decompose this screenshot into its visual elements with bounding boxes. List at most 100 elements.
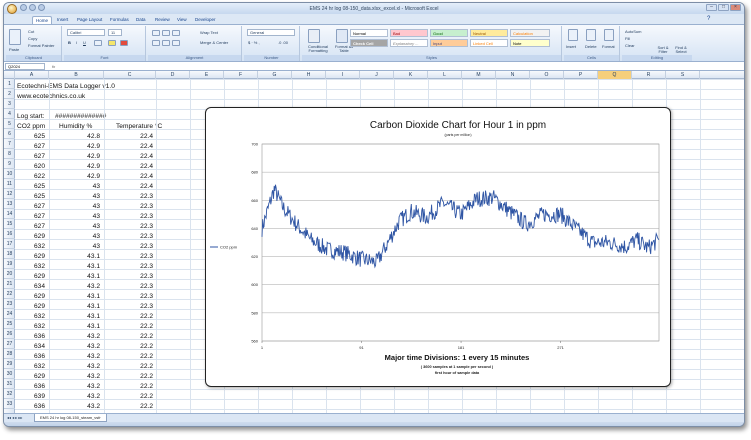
column-header-d[interactable]: D bbox=[156, 71, 190, 79]
data-cell[interactable]: 22.2 bbox=[113, 332, 153, 342]
row-header[interactable]: 1 bbox=[4, 79, 15, 89]
insert-button[interactable]: Insert bbox=[566, 44, 576, 49]
font-name-select[interactable]: Calibri bbox=[67, 29, 105, 36]
header-humidity[interactable]: Humidity % bbox=[59, 122, 92, 132]
row-header[interactable]: 23 bbox=[4, 299, 15, 309]
bold-icon[interactable]: B bbox=[68, 40, 71, 45]
name-box[interactable]: Q2024 bbox=[5, 63, 45, 70]
data-cell[interactable]: 22.2 bbox=[113, 322, 153, 332]
copy-button[interactable]: Copy bbox=[28, 36, 37, 41]
data-cell[interactable]: 22.2 bbox=[113, 382, 153, 392]
row-header[interactable]: 25 bbox=[4, 319, 15, 329]
data-cell[interactable]: 22.3 bbox=[113, 272, 153, 282]
data-cell[interactable]: 627 bbox=[15, 212, 45, 222]
data-cell[interactable]: 43.1 bbox=[60, 262, 100, 272]
data-cell[interactable]: 22.4 bbox=[113, 162, 153, 172]
data-cell[interactable]: 629 bbox=[15, 272, 45, 282]
row-header[interactable]: 12 bbox=[4, 189, 15, 199]
tab-data[interactable]: Data bbox=[133, 16, 149, 24]
row-header[interactable]: 3 bbox=[4, 99, 15, 109]
data-cell[interactable]: 629 bbox=[15, 232, 45, 242]
data-cell[interactable]: 43.1 bbox=[60, 322, 100, 332]
data-cell[interactable]: 43 bbox=[60, 212, 100, 222]
row-header[interactable]: 9 bbox=[4, 159, 15, 169]
data-cell[interactable]: 636 bbox=[15, 402, 45, 412]
row-header[interactable]: 30 bbox=[4, 369, 15, 379]
data-cell[interactable]: 632 bbox=[15, 322, 45, 332]
format-button[interactable]: Format bbox=[602, 44, 615, 49]
cell-log-start-value[interactable]: ############## bbox=[55, 112, 106, 122]
row-header[interactable]: 14 bbox=[4, 209, 15, 219]
align-left-icon[interactable] bbox=[152, 40, 160, 46]
column-header-o[interactable]: O bbox=[530, 71, 564, 79]
row-header[interactable]: 11 bbox=[4, 179, 15, 189]
data-cell[interactable]: 625 bbox=[15, 182, 45, 192]
header-co2[interactable]: CO2 ppm bbox=[17, 122, 45, 132]
tab-page-layout[interactable]: Page Layout bbox=[74, 16, 105, 24]
data-cell[interactable]: 43.2 bbox=[60, 372, 100, 382]
row-header[interactable]: 32 bbox=[4, 389, 15, 399]
row-header[interactable]: 33 bbox=[4, 399, 15, 409]
data-cell[interactable]: 632 bbox=[15, 362, 45, 372]
row-header[interactable]: 13 bbox=[4, 199, 15, 209]
row-header[interactable]: 16 bbox=[4, 229, 15, 239]
paste-button[interactable]: Paste bbox=[9, 47, 19, 52]
fx-icon[interactable]: fx bbox=[52, 63, 55, 70]
paste-icon[interactable] bbox=[9, 29, 21, 45]
data-cell[interactable]: 627 bbox=[15, 142, 45, 152]
data-cell[interactable]: 636 bbox=[15, 382, 45, 392]
data-cell[interactable]: 22.4 bbox=[113, 172, 153, 182]
row-header[interactable]: 27 bbox=[4, 339, 15, 349]
data-cell[interactable]: 632 bbox=[15, 262, 45, 272]
tab-insert[interactable]: Insert bbox=[54, 16, 71, 24]
clear-button[interactable]: Clear bbox=[625, 43, 635, 48]
underline-icon[interactable]: U bbox=[83, 40, 86, 45]
data-cell[interactable]: 22.3 bbox=[113, 232, 153, 242]
data-cell[interactable]: 22.4 bbox=[113, 142, 153, 152]
format-painter-button[interactable]: Format Painter bbox=[28, 43, 54, 48]
column-header-k[interactable]: K bbox=[394, 71, 428, 79]
column-header-p[interactable]: P bbox=[564, 71, 598, 79]
data-cell[interactable]: 43 bbox=[60, 182, 100, 192]
data-cell[interactable]: 632 bbox=[15, 312, 45, 322]
row-header[interactable]: 4 bbox=[4, 109, 15, 119]
data-cell[interactable]: 22.3 bbox=[113, 252, 153, 262]
row-header[interactable]: 20 bbox=[4, 269, 15, 279]
autosum-button[interactable]: AutoSum bbox=[625, 29, 641, 34]
merge-center-button[interactable]: Merge & Center bbox=[200, 40, 228, 45]
column-header-i[interactable]: I bbox=[326, 71, 360, 79]
data-cell[interactable]: 629 bbox=[15, 252, 45, 262]
row-header[interactable]: 5 bbox=[4, 119, 15, 129]
row-header[interactable]: 18 bbox=[4, 249, 15, 259]
data-cell[interactable]: 636 bbox=[15, 332, 45, 342]
maximize-icon[interactable]: □ bbox=[718, 4, 729, 11]
style-neutral[interactable]: Neutral bbox=[470, 29, 508, 37]
align-top-icon[interactable] bbox=[152, 30, 160, 36]
row-header[interactable]: 31 bbox=[4, 379, 15, 389]
data-cell[interactable]: 43.2 bbox=[60, 352, 100, 362]
number-format-select[interactable]: General bbox=[247, 29, 295, 36]
conditional-formatting-button[interactable]: Conditional Formatting bbox=[303, 45, 333, 53]
insert-cells-icon[interactable] bbox=[568, 29, 578, 41]
find-select-button[interactable]: Find & Select bbox=[672, 46, 690, 54]
column-header-e[interactable]: E bbox=[190, 71, 224, 79]
column-header-a[interactable]: A bbox=[15, 71, 49, 79]
conditional-formatting-icon[interactable] bbox=[308, 29, 320, 43]
data-cell[interactable]: 22.2 bbox=[113, 342, 153, 352]
data-cell[interactable]: 42.8 bbox=[60, 132, 100, 142]
co2-chart[interactable]: 560 580 600 620 640 660 680 700 1 91 181 271 CO2 ppm… bbox=[205, 107, 671, 387]
data-cell[interactable]: 43 bbox=[60, 242, 100, 252]
data-cell[interactable]: 629 bbox=[15, 372, 45, 382]
column-header-g[interactable]: G bbox=[258, 71, 292, 79]
column-header-n[interactable]: N bbox=[496, 71, 530, 79]
column-header-h[interactable]: H bbox=[292, 71, 326, 79]
data-cell[interactable]: 636 bbox=[15, 352, 45, 362]
data-cell[interactable]: 22.2 bbox=[113, 402, 153, 412]
row-header[interactable]: 19 bbox=[4, 259, 15, 269]
sheet-nav-icon[interactable]: ◂◂ ◂ ▸ ▸▸ bbox=[7, 415, 22, 420]
tab-formulas[interactable]: Formulas bbox=[107, 16, 132, 24]
column-header-b[interactable]: B bbox=[49, 71, 104, 79]
format-as-table-icon[interactable] bbox=[336, 29, 348, 43]
column-header-s[interactable]: S bbox=[666, 71, 700, 79]
row-header[interactable]: 24 bbox=[4, 309, 15, 319]
